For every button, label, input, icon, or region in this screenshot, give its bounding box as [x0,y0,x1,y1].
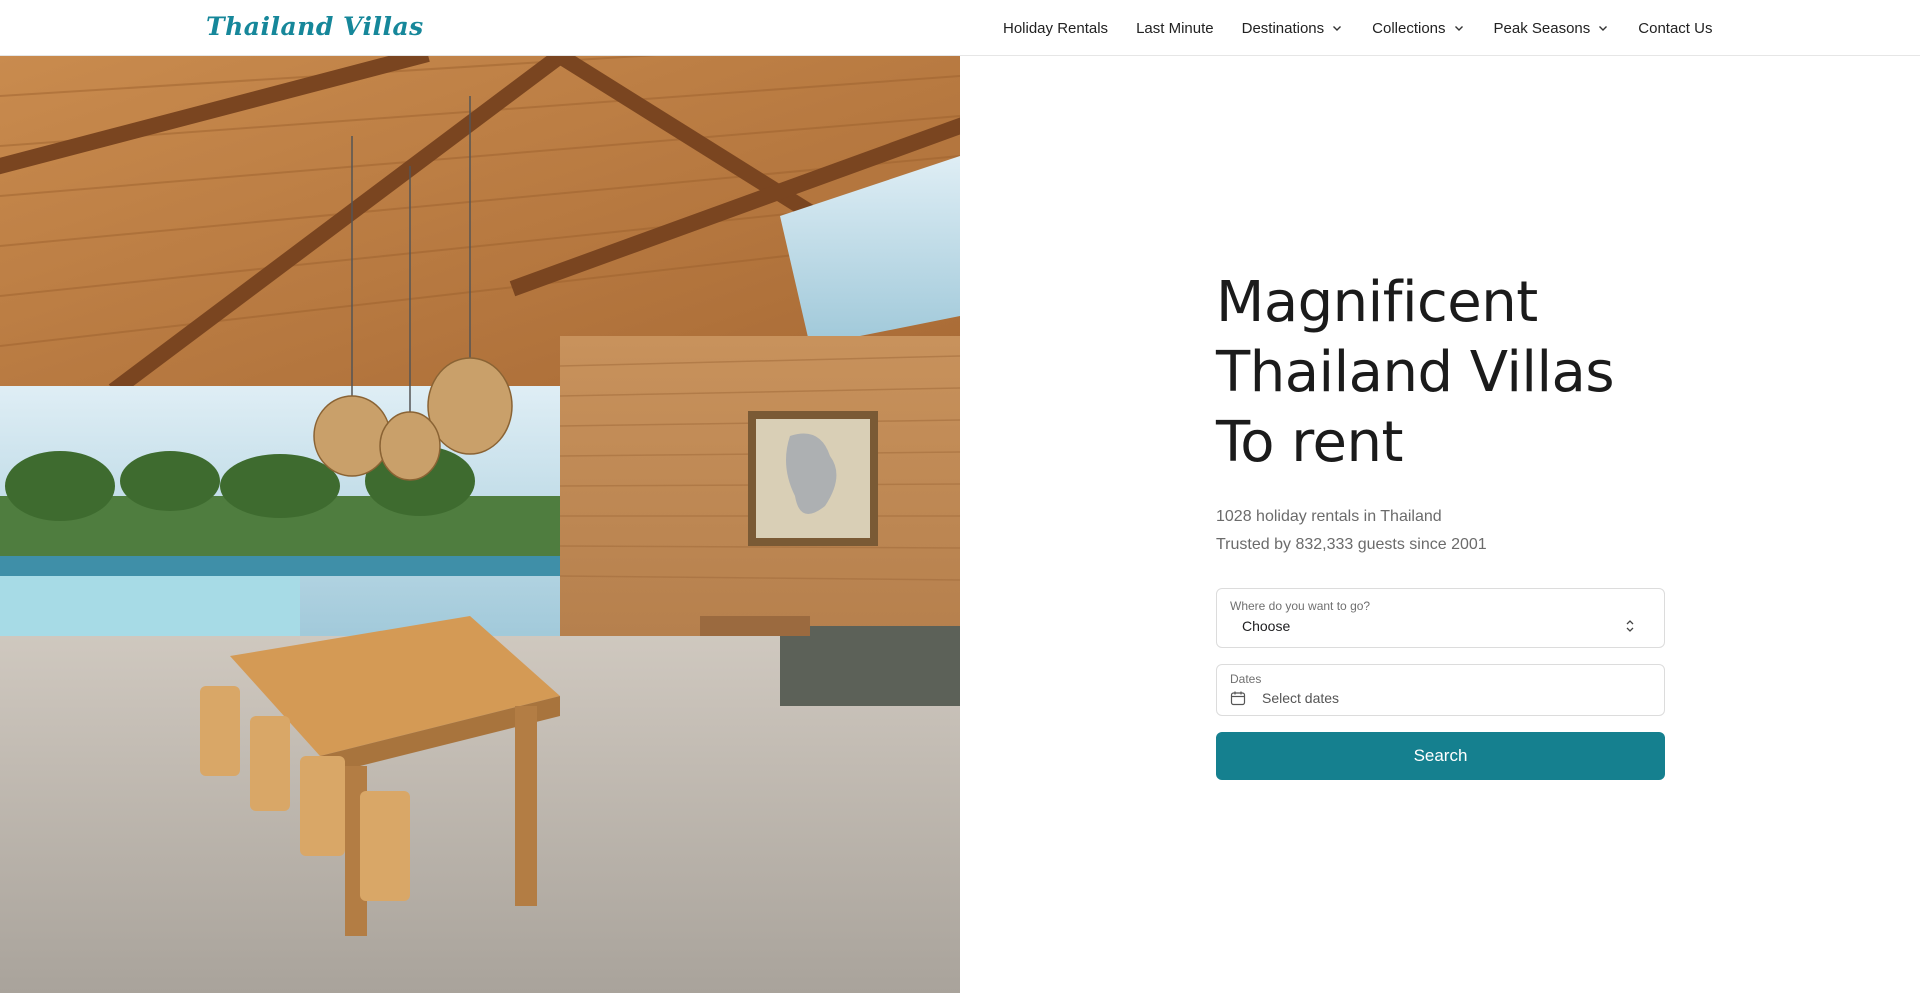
sort-arrows-icon [1626,620,1634,632]
destination-value: Choose [1242,618,1291,634]
villa-interior-illustration [0,56,960,993]
main-nav: Holiday Rentals Last Minute Destinations… [1003,0,1712,56]
site-logo[interactable]: Thailand Villas [206,12,424,41]
hero-villa-photo [0,56,960,993]
nav-contact-us[interactable]: Contact Us [1638,20,1712,37]
nav-label: Last Minute [1136,19,1214,37]
nav-destinations[interactable]: Destinations [1242,20,1345,37]
nav-label: Collections [1372,19,1446,37]
search-button[interactable]: Search [1216,732,1665,780]
hero-title: Magnificent Thailand Villas To rent [1216,268,1776,478]
hero-title-line: To rent [1216,410,1403,475]
nav-last-minute[interactable]: Last Minute [1136,20,1214,37]
dates-placeholder: Select dates [1262,690,1340,706]
chevron-down-icon [1333,26,1342,31]
hero-stats: 1028 holiday rentals in Thailand Trusted… [1216,503,1487,559]
nav-label: Destinations [1241,19,1325,37]
nav-holiday-rentals[interactable]: Holiday Rentals [1003,20,1108,37]
rental-count-text: 1028 holiday rentals in Thailand [1216,508,1442,525]
nav-label: Peak Seasons [1493,19,1591,37]
chevron-down-icon [1599,26,1608,31]
calendar-icon [1230,691,1246,706]
destination-label: Where do you want to go? [1230,599,1371,613]
hero-title-line: Magnificent [1216,270,1538,335]
dates-label: Dates [1230,672,1262,686]
destination-select[interactable]: Where do you want to go? Choose [1216,588,1665,648]
site-header: Thailand Villas Holiday Rentals Last Min… [0,0,1920,56]
nav-label: Contact Us [1638,19,1713,37]
nav-label: Holiday Rentals [1003,19,1109,37]
nav-peak-seasons[interactable]: Peak Seasons [1494,20,1611,37]
chevron-down-icon [1454,26,1463,31]
trust-text: Trusted by 832,333 guests since 2001 [1216,536,1487,553]
dates-field[interactable]: Dates Select dates [1216,664,1665,716]
nav-collections[interactable]: Collections [1372,20,1465,37]
hero-title-line: Thailand Villas [1216,340,1615,405]
